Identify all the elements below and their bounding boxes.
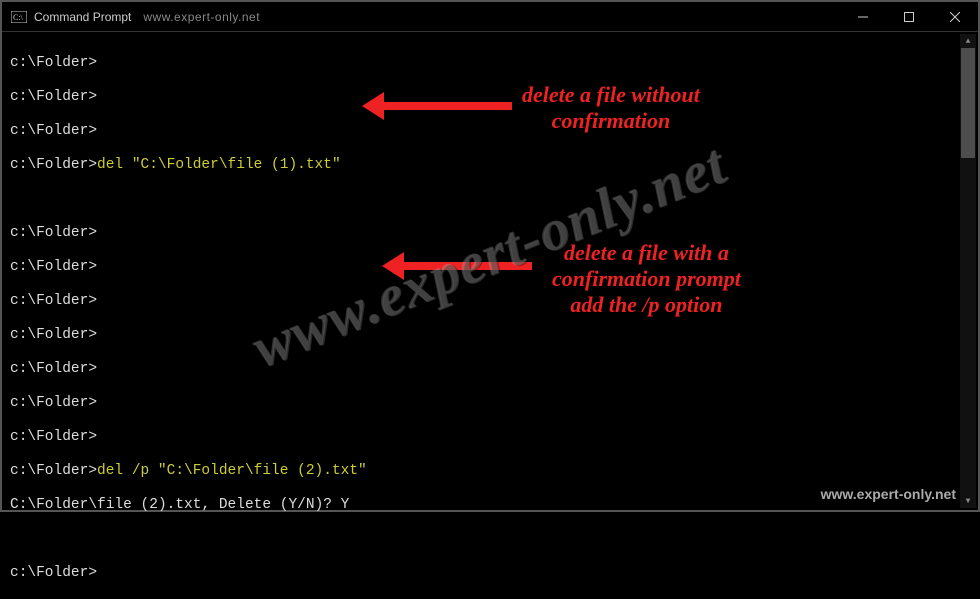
scroll-up-icon[interactable]: ▲ — [960, 34, 976, 48]
prompt-line: c:\Folder> — [10, 293, 97, 309]
window-title: Command Prompt — [34, 10, 131, 24]
scrollbar-thumb[interactable] — [961, 48, 975, 158]
close-button[interactable] — [932, 2, 978, 31]
window-subtitle: www.expert-only.net — [143, 10, 260, 24]
cmd-icon: C:\ — [10, 10, 28, 24]
prompt-line: c:\Folder> — [10, 157, 97, 173]
scroll-down-icon[interactable]: ▼ — [960, 494, 976, 508]
prompt-line: c:\Folder> — [10, 463, 97, 479]
svg-text:C:\: C:\ — [13, 13, 24, 22]
prompt-line: c:\Folder> — [10, 361, 97, 377]
annotation-arrow-1 — [362, 94, 512, 118]
confirm-prefix: C:\Folder — [10, 497, 88, 513]
window-controls — [840, 2, 978, 31]
maximize-button[interactable] — [886, 2, 932, 31]
prompt-line: c:\Folder> — [10, 259, 97, 275]
confirm-prompt: \file (2).txt, Delete (Y/N)? Y — [88, 497, 349, 513]
prompt-line: c:\Folder> — [10, 327, 97, 343]
annotation-text-2: delete a file with a confirmation prompt… — [552, 240, 741, 318]
prompt-line: c:\Folder> — [10, 55, 97, 71]
prompt-line: c:\Folder> — [10, 395, 97, 411]
footer-watermark: www.expert-only.net — [821, 486, 956, 502]
prompt-line: c:\Folder> — [10, 89, 97, 105]
annotation-text-1: delete a file without confirmation — [522, 82, 700, 134]
command-del-2: del /p "C:\Folder\file (2).txt" — [97, 463, 367, 479]
vertical-scrollbar[interactable]: ▲ ▼ — [960, 34, 976, 508]
prompt-line: c:\Folder> — [10, 429, 97, 445]
titlebar: C:\ Command Prompt www.expert-only.net — [2, 2, 978, 32]
prompt-line: c:\Folder> — [10, 565, 97, 581]
prompt-line: c:\Folder> — [10, 123, 97, 139]
minimize-button[interactable] — [840, 2, 886, 31]
annotation-arrow-2 — [382, 254, 532, 278]
prompt-line: c:\Folder> — [10, 225, 97, 241]
command-del-1: del "C:\Folder\file (1).txt" — [97, 157, 341, 173]
